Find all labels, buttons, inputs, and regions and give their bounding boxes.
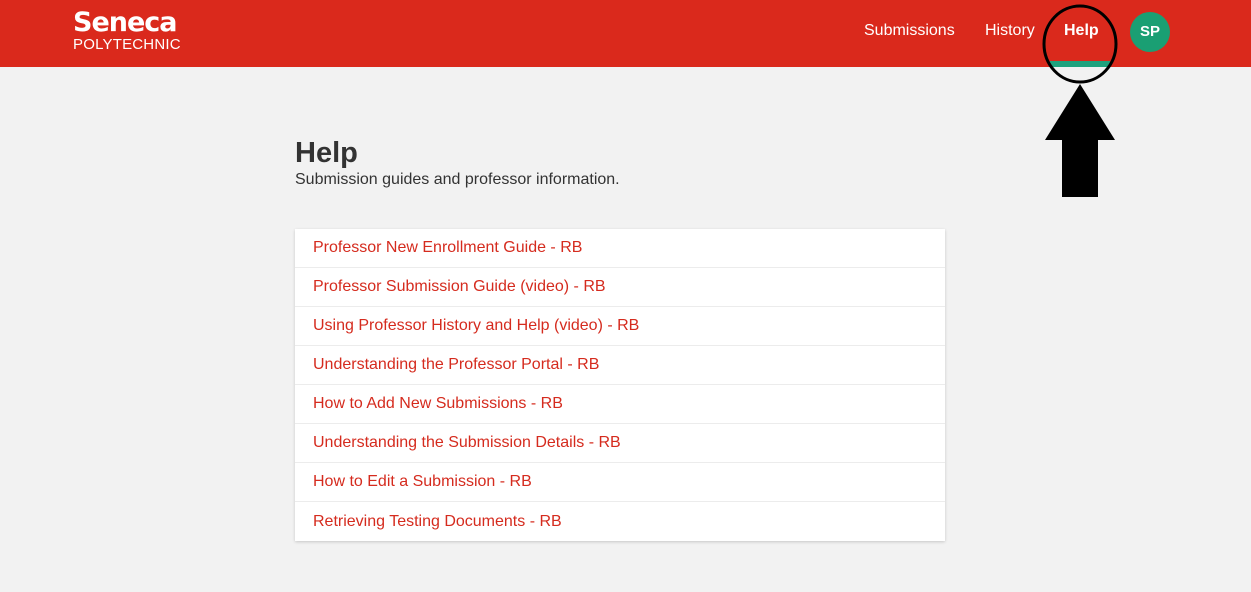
list-item: Retrieving Testing Documents - RB xyxy=(295,502,945,541)
list-item: Understanding the Professor Portal - RB xyxy=(295,346,945,385)
logo-subtitle: POLYTECHNIC xyxy=(73,36,181,53)
guide-link-professor-portal[interactable]: Understanding the Professor Portal - RB xyxy=(313,356,599,374)
guide-list: Professor New Enrollment Guide - RB Prof… xyxy=(295,229,945,541)
nav-submissions[interactable]: Submissions xyxy=(864,22,955,40)
guide-link-testing-documents[interactable]: Retrieving Testing Documents - RB xyxy=(313,513,562,531)
up-arrow-icon xyxy=(1045,84,1115,197)
list-item: Professor Submission Guide (video) - RB xyxy=(295,268,945,307)
nav-history[interactable]: History xyxy=(985,22,1035,40)
guide-link-edit-submission[interactable]: How to Edit a Submission - RB xyxy=(313,473,532,491)
page-subtitle: Submission guides and professor informat… xyxy=(295,171,620,188)
active-tab-indicator xyxy=(1050,61,1110,67)
nav-help[interactable]: Help xyxy=(1064,22,1099,40)
logo-name: Seneca xyxy=(73,7,178,38)
guide-link-add-submissions[interactable]: How to Add New Submissions - RB xyxy=(313,395,563,413)
list-item: How to Add New Submissions - RB xyxy=(295,385,945,424)
page-title: Help xyxy=(295,137,358,169)
guide-link-enrollment[interactable]: Professor New Enrollment Guide - RB xyxy=(313,239,582,257)
list-item: Using Professor History and Help (video)… xyxy=(295,307,945,346)
guide-link-submission-video[interactable]: Professor Submission Guide (video) - RB xyxy=(313,278,606,296)
seneca-logo[interactable]: Seneca POLYTECHNIC xyxy=(73,9,181,52)
user-avatar[interactable]: SP xyxy=(1130,12,1170,52)
list-item: Professor New Enrollment Guide - RB xyxy=(295,229,945,268)
list-item: How to Edit a Submission - RB xyxy=(295,463,945,502)
guide-link-history-help-video[interactable]: Using Professor History and Help (video)… xyxy=(313,317,639,335)
guide-link-submission-details[interactable]: Understanding the Submission Details - R… xyxy=(313,434,621,452)
top-navigation-bar: Seneca POLYTECHNIC Submissions History H… xyxy=(0,0,1251,67)
list-item: Understanding the Submission Details - R… xyxy=(295,424,945,463)
